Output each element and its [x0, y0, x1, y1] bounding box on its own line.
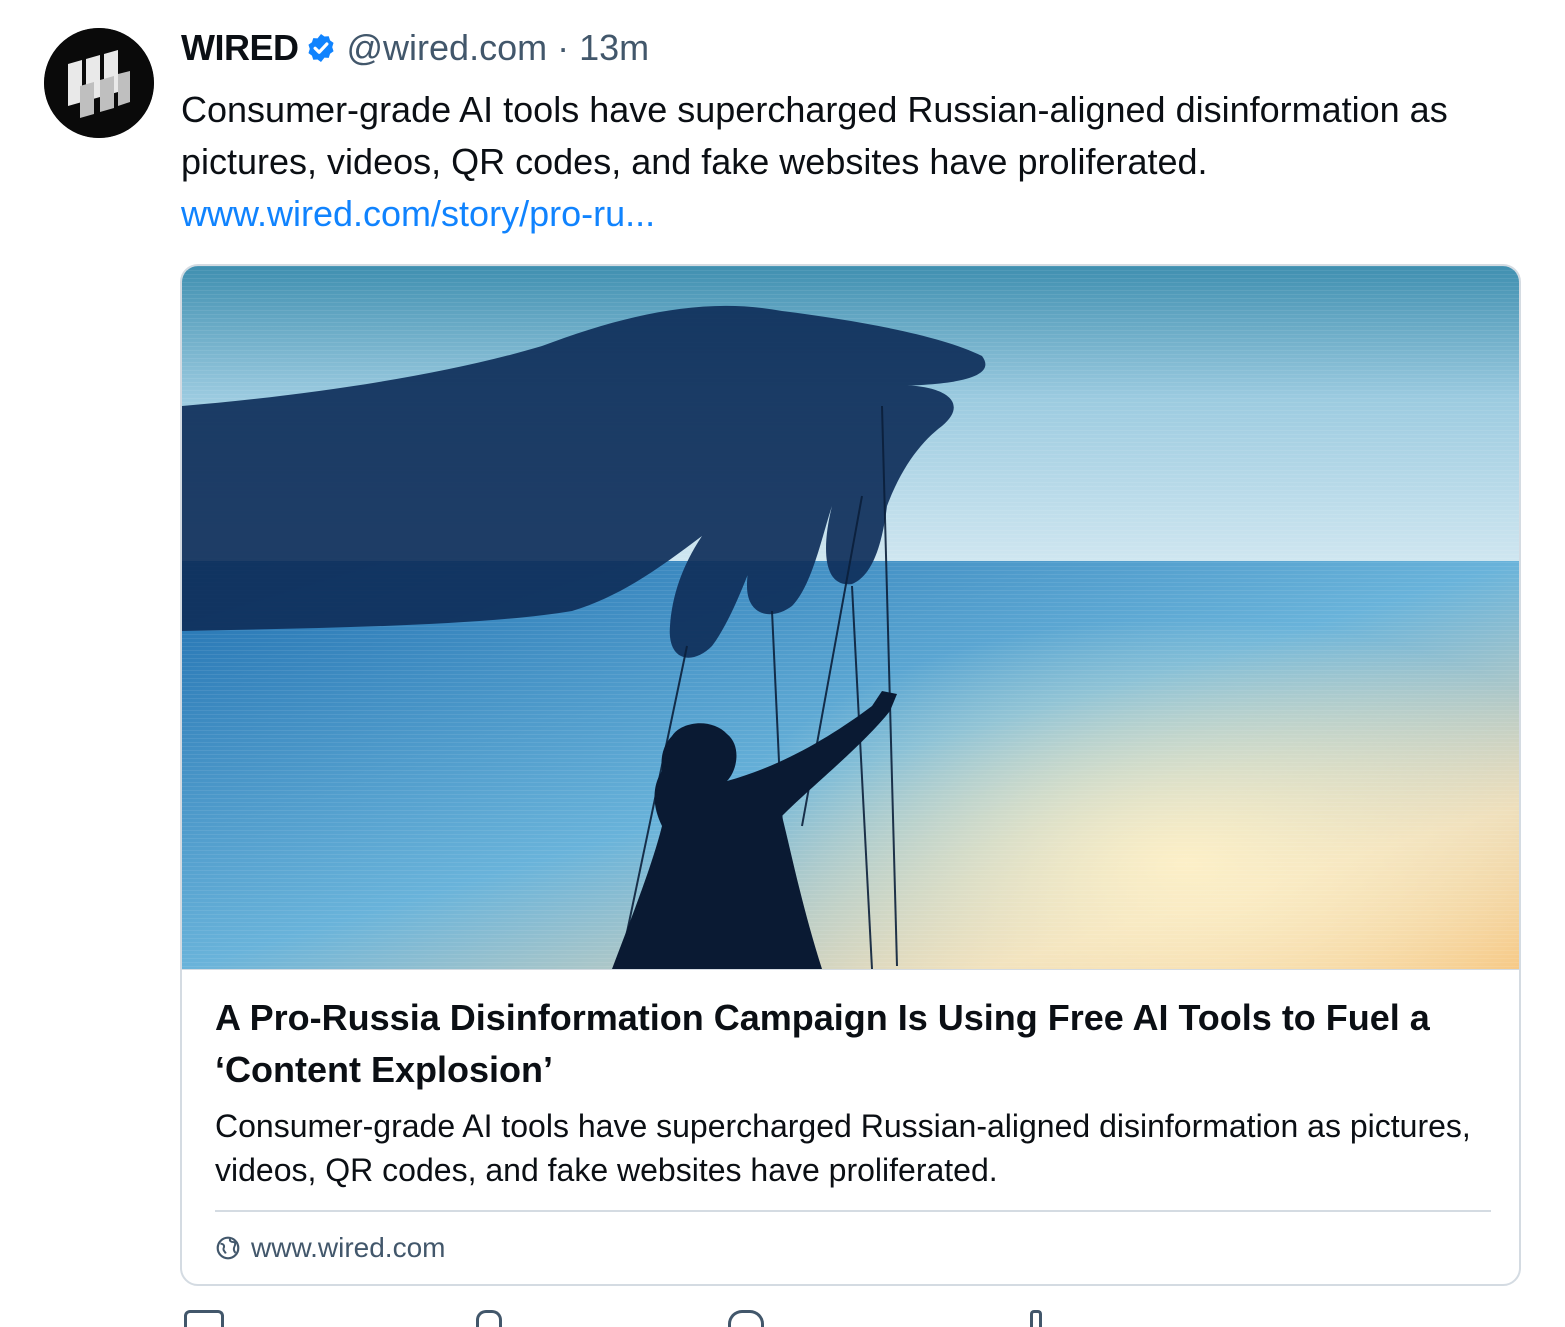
display-name[interactable]: WIRED — [181, 27, 299, 69]
post-timestamp[interactable]: 13m — [579, 27, 649, 69]
more-icon[interactable] — [1030, 1310, 1042, 1327]
card-image — [182, 266, 1519, 970]
card-description: Consumer-grade AI tools have supercharge… — [215, 1108, 1471, 1188]
separator-dot: · — [557, 27, 570, 68]
author-handle[interactable]: @wired.com — [347, 27, 548, 69]
link-preview-card[interactable]: A Pro-Russia Disinformation Campaign Is … — [180, 264, 1521, 1286]
post-header: WIRED @wired.com · 13m — [181, 26, 649, 70]
wired-logo-icon — [44, 28, 154, 138]
puppeteer-hand-illustration — [182, 266, 1519, 969]
globe-icon — [215, 1235, 241, 1261]
card-domain-row[interactable]: www.wired.com — [215, 1228, 445, 1268]
card-title[interactable]: A Pro-Russia Disinformation Campaign Is … — [215, 992, 1485, 1096]
like-icon[interactable] — [728, 1310, 764, 1327]
post-actions — [180, 1310, 1180, 1327]
verified-badge-icon — [305, 32, 337, 64]
card-divider — [215, 1210, 1491, 1212]
avatar[interactable] — [44, 28, 154, 138]
post-link[interactable]: www.wired.com/story/pro-ru... — [181, 193, 655, 234]
card-domain: www.wired.com — [251, 1232, 446, 1263]
post-text: Consumer-grade AI tools have supercharge… — [181, 89, 1448, 182]
reply-icon[interactable] — [184, 1310, 224, 1327]
repost-icon[interactable] — [476, 1310, 502, 1327]
post-body: Consumer-grade AI tools have supercharge… — [181, 84, 1511, 240]
